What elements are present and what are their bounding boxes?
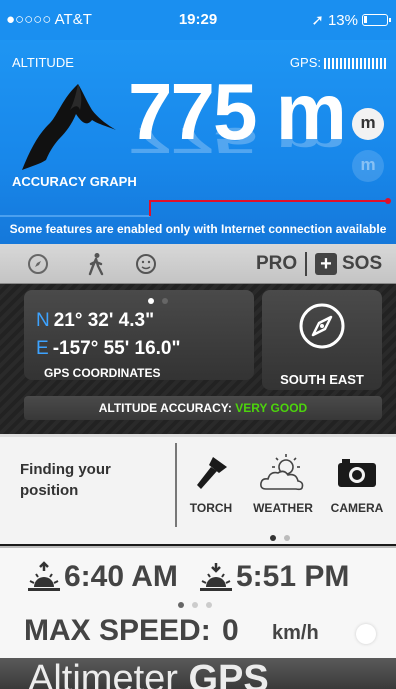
brand-bold: GPS: [188, 658, 269, 689]
page-dot: [206, 602, 212, 608]
app-brand: Altimeter GPS: [28, 660, 269, 689]
tools-page-indicator: [270, 535, 290, 541]
page-indicator: [148, 298, 168, 304]
page-dot: [192, 602, 198, 608]
page-dot: [270, 535, 276, 541]
page-dot: [284, 535, 290, 541]
latitude: N 21° 32' 4.3": [36, 310, 154, 332]
battery-icon: [362, 14, 391, 26]
battery-status: ➚ 13%: [311, 11, 391, 29]
unit-toggle-reflection: m: [352, 150, 384, 182]
compass-card[interactable]: SOUTH EAST: [262, 290, 382, 390]
speed-reset-toggle[interactable]: [356, 624, 376, 644]
torch-label: TORCH: [189, 501, 233, 515]
toolbar-divider: [305, 252, 307, 276]
sos-button[interactable]: SOS: [342, 253, 382, 275]
mountain-icon: [22, 84, 116, 170]
max-speed-label: MAX SPEED:: [24, 614, 211, 647]
camera-label: CAMERA: [330, 501, 384, 515]
weather-label: WEATHER: [253, 501, 313, 515]
altitude-label: ALTITUDE: [12, 55, 74, 70]
sun-speed-panel: 6:40 AM 5:51 PM MAX SPEED: 0 km/h: [0, 546, 396, 658]
sunset-icon: [200, 563, 232, 591]
toolbar: PRO + SOS: [0, 244, 396, 284]
pro-button[interactable]: PRO: [256, 253, 297, 275]
compass-small-icon[interactable]: [26, 252, 50, 276]
compass-icon: [299, 303, 345, 349]
camera-button[interactable]: CAMERA: [322, 453, 392, 515]
longitude: E -157° 55' 16.0": [36, 338, 181, 360]
position-status: Finding your position: [20, 461, 111, 499]
accuracy-label: ALTITUDE ACCURACY:: [98, 401, 232, 415]
altitude-accuracy-bar: ALTITUDE ACCURACY: VERY GOOD: [24, 396, 382, 420]
page-dot: [148, 298, 154, 304]
internet-notice: Some features are enabled only with Inte…: [9, 222, 387, 236]
brand-light: Altimeter: [28, 658, 189, 689]
plus-icon[interactable]: +: [315, 253, 337, 275]
sunrise-icon: [28, 561, 60, 591]
accuracy-value: VERY GOOD: [235, 401, 308, 415]
torch-icon: [197, 457, 227, 489]
longitude-direction: E: [36, 338, 49, 359]
tools-panel: Finding your position TORCH WEATHER CAME…: [0, 434, 396, 544]
brand-footer: Altimeter GPS: [0, 658, 396, 689]
speed-unit: km/h: [272, 622, 319, 644]
camera-icon: [338, 459, 376, 487]
latitude-direction: N: [36, 310, 50, 331]
latitude-value: 21° 32' 4.3": [53, 310, 155, 331]
accuracy-graph-title: ACCURACY GRAPH: [12, 174, 137, 189]
battery-percent: 13%: [327, 11, 358, 29]
altitude-panel: ALTITUDE GPS: 775 m 775 m m m ACCURACY G…: [0, 40, 396, 244]
torch-button[interactable]: TORCH: [176, 453, 246, 515]
sunrise-time: 6:40 AM: [64, 560, 178, 593]
page-dot: [162, 298, 168, 304]
smiley-icon[interactable]: [134, 252, 158, 276]
longitude-value: -157° 55' 16.0": [52, 338, 181, 359]
compass-direction: SOUTH EAST: [280, 372, 364, 387]
sunrise: 6:40 AM: [28, 560, 178, 594]
weather-button[interactable]: WEATHER: [248, 453, 318, 515]
location-arrow-icon: ➚: [311, 12, 324, 29]
gps-coordinates-label: GPS COORDINATES: [44, 366, 161, 380]
unit-toggle-button[interactable]: m: [352, 108, 384, 140]
status-bar: ●○○○○ AT&T 19:29 ➚ 13%: [0, 0, 396, 40]
accuracy-graph: [0, 198, 391, 217]
coordinates-section: N 21° 32' 4.3" E -157° 55' 16.0" GPS COORD…: [0, 284, 396, 434]
altitude-value-reflection: 775 m: [128, 120, 345, 161]
walking-person-icon[interactable]: [84, 252, 108, 276]
sun-page-indicator: [178, 602, 212, 608]
sunset: 5:51 PM: [200, 560, 349, 594]
page-dot: [178, 602, 184, 608]
max-speed-value: 0: [222, 614, 239, 647]
weather-icon: [260, 454, 304, 491]
sunset-time: 5:51 PM: [236, 560, 350, 593]
gps-coordinates-card[interactable]: N 21° 32' 4.3" E -157° 55' 16.0" GPS COORD…: [24, 290, 254, 380]
